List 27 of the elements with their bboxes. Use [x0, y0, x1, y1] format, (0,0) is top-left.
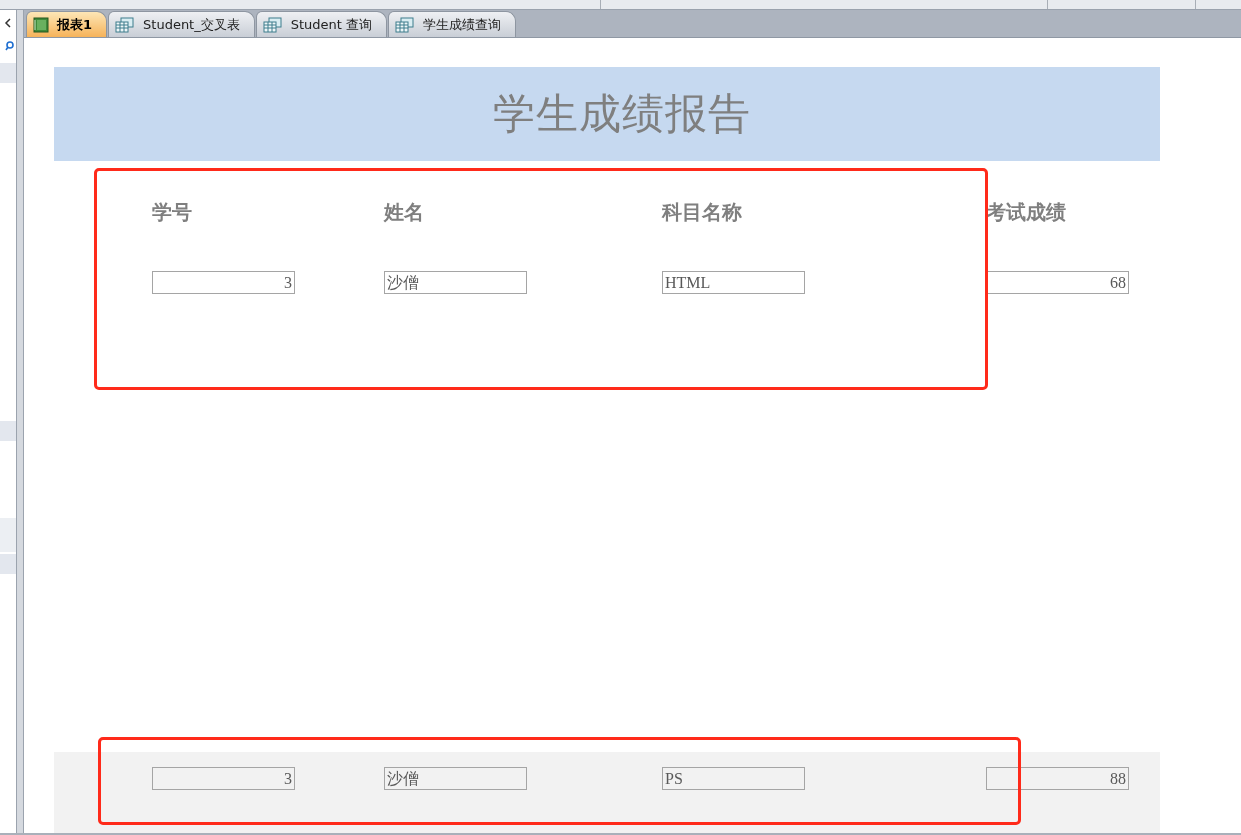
report-title: 学生成绩报告 [493, 88, 751, 140]
table-icon [262, 16, 283, 33]
table-icon [115, 16, 136, 33]
document-tab[interactable]: Student 查询 [255, 11, 388, 37]
search-icon[interactable] [5, 41, 14, 51]
text-box[interactable]: 68 [986, 271, 1129, 294]
text-box[interactable]: 3 [152, 271, 295, 294]
nav-group-header[interactable] [0, 63, 16, 83]
nav-group-header[interactable] [0, 421, 16, 441]
column-label: 考试成绩 [986, 199, 1067, 226]
document-tab[interactable]: Student_交叉表 [108, 11, 255, 37]
text-box[interactable]: HTML [662, 271, 805, 294]
document-tab[interactable]: 学生成绩查询 [388, 11, 517, 37]
column-label: 姓名 [384, 199, 425, 226]
column-label: 科目名称 [662, 199, 743, 226]
nav-item[interactable] [0, 518, 16, 552]
column-label: 学号 [152, 199, 193, 226]
text-box[interactable]: 沙僧 [384, 767, 527, 790]
document-tab[interactable]: 报表1 [26, 11, 108, 37]
nav-group-header[interactable] [0, 554, 16, 574]
table-icon [395, 16, 416, 33]
report-icon [33, 16, 49, 33]
text-box[interactable]: 沙僧 [384, 271, 527, 294]
text-box[interactable]: PS [662, 767, 805, 790]
chevron-left-icon[interactable] [4, 18, 12, 28]
text-box[interactable]: 3 [152, 767, 295, 790]
text-box[interactable]: 88 [986, 767, 1129, 790]
